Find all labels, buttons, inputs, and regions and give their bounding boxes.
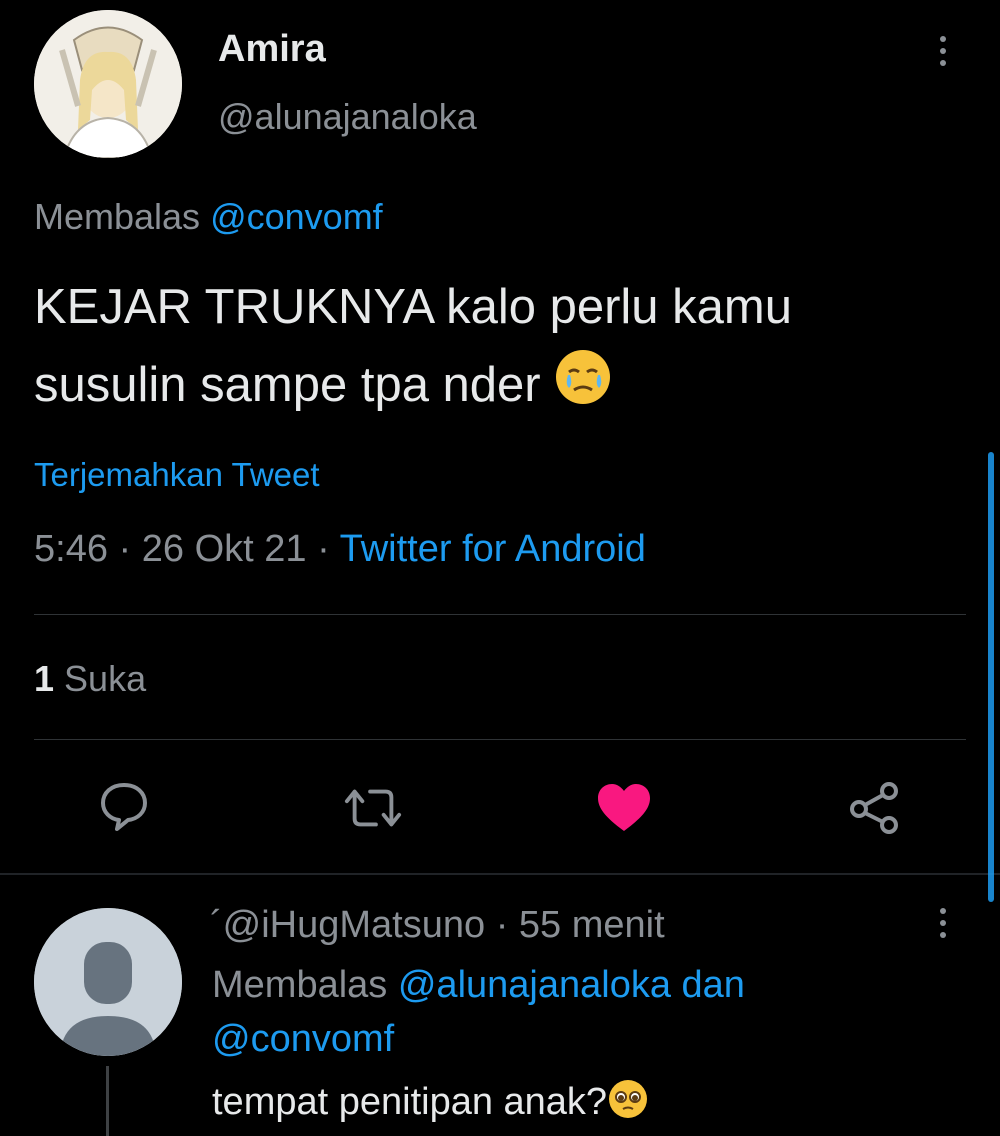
heart-icon[interactable] [594, 778, 654, 838]
author-avatar[interactable] [34, 10, 182, 158]
meta-separator: · [317, 528, 330, 570]
retweet-icon[interactable] [343, 778, 403, 838]
meta-separator: · [118, 528, 132, 570]
reply-to-link[interactable]: @convomf [210, 196, 383, 237]
reply-author-avatar[interactable] [34, 908, 182, 1056]
reply-author-handle[interactable]: @iHugMatsuno [223, 904, 485, 946]
reply-prefix: Membalas [34, 196, 201, 237]
reply-header: ´@iHugMatsuno · 55 menit [210, 904, 665, 947]
pleading-face-emoji [607, 1078, 649, 1130]
reply-context: Membalas @alunajanaloka dan @convomf [212, 958, 932, 1066]
author-name[interactable]: Amira [218, 28, 326, 71]
tweet-date: 26 Okt 21 [141, 528, 307, 570]
reply-context: Membalas @convomf [34, 196, 383, 238]
likes-count[interactable]: 1 Suka [34, 658, 146, 700]
tweet-meta: 5:46 · 26 Okt 21 · Twitter for Android [34, 528, 646, 571]
reply-time: 55 menit [518, 904, 665, 946]
tweet-text-line2: susulin sampe tpa nder [34, 358, 541, 412]
tweet-text-line1: KEJAR TRUKNYA kalo perlu kamu [34, 280, 792, 334]
author-handle[interactable]: @alunajanaloka [218, 96, 477, 138]
crying-face-emoji [554, 348, 612, 429]
reply-to-link-1[interactable]: @alunajanaloka [398, 964, 671, 1006]
reply-joiner: dan [681, 964, 745, 1006]
scrollbar[interactable] [988, 452, 994, 902]
reply-to-link-2[interactable]: @convomf [212, 1018, 394, 1060]
reply-text: tempat penitipan anak? [212, 1081, 608, 1124]
tweet-time: 5:46 [34, 528, 108, 570]
like-count-number: 1 [34, 658, 55, 699]
divider [34, 739, 966, 740]
reply-more-options-icon[interactable] [936, 908, 950, 944]
divider [34, 614, 966, 615]
like-count-label: Suka [64, 658, 147, 699]
reply-handle-prefix: ´ [210, 904, 223, 946]
tweet-text: KEJAR TRUKNYA kalo perlu kamu susulin sa… [34, 268, 974, 429]
reply-prefix: Membalas [212, 964, 388, 1006]
more-options-icon[interactable] [936, 36, 950, 72]
translate-tweet-link[interactable]: Terjemahkan Tweet [34, 456, 320, 494]
reply-text-row: tempat penitipan anak? [212, 1078, 649, 1130]
reply-separator: · [495, 904, 509, 946]
thread-line [106, 1066, 109, 1136]
share-icon[interactable] [844, 778, 904, 838]
tweet-source-link[interactable]: Twitter for Android [340, 528, 646, 570]
section-divider [0, 873, 1000, 875]
reply-icon[interactable] [94, 776, 154, 836]
